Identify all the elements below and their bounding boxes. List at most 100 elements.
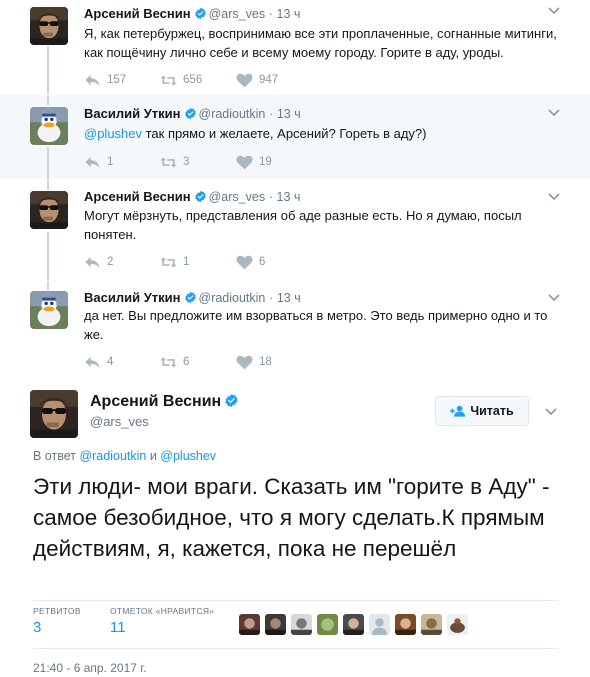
retweet-count: 656	[183, 74, 203, 86]
mention-link[interactable]: @plushev	[84, 126, 142, 141]
reply-count: 4	[107, 356, 114, 368]
tweet-text-body: так прямо и желаете, Арсений? Гореть в а…	[142, 126, 427, 141]
like-button[interactable]: 6	[236, 254, 265, 270]
like-count: 19	[259, 156, 272, 168]
liker-avatar[interactable]	[239, 614, 260, 635]
separator: ·	[268, 7, 273, 21]
liker-avatar[interactable]	[421, 614, 442, 635]
tweet-text: @plushev так прямо и желаете, Арсений? Г…	[84, 124, 562, 143]
like-button[interactable]: 19	[236, 154, 272, 170]
retweet-button[interactable]: 3	[160, 154, 189, 170]
reply-mention-radioutkin[interactable]: @radioutkin	[79, 449, 146, 463]
like-count: 947	[259, 74, 279, 86]
liker-avatar[interactable]	[317, 614, 338, 635]
separator: ·	[269, 291, 274, 305]
retweet-count: 1	[183, 256, 190, 268]
tweet-time[interactable]: 13 ч	[277, 7, 301, 21]
tweet-timestamp[interactable]: 21:40 - 6 апр. 2017 г.	[33, 661, 147, 675]
reply-count: 2	[107, 256, 114, 268]
avatar[interactable]	[30, 107, 68, 145]
verified-badge-icon	[194, 7, 207, 20]
author-handle[interactable]: @ars_ves	[209, 7, 265, 21]
tweet-text: да нет. Вы предложите им взорваться в ме…	[84, 308, 548, 342]
separator: ·	[268, 190, 273, 204]
reply-prefix: В ответ	[33, 449, 80, 463]
thread-tweet-1[interactable]: Арсений Веснин @ars_ves · 13 ч Я, как пет…	[0, 0, 590, 94]
divider	[33, 648, 558, 649]
follow-button[interactable]: Читать	[435, 396, 529, 426]
reply-icon	[84, 255, 101, 270]
reply-count: 157	[107, 74, 127, 86]
reply-button[interactable]: 2	[84, 254, 113, 270]
author-handle[interactable]: @radioutkin	[199, 107, 266, 121]
retweet-icon	[160, 73, 177, 88]
liker-avatar[interactable]	[343, 614, 364, 635]
author-name[interactable]: Василий Уткин	[84, 290, 181, 305]
reply-button[interactable]: 4	[84, 354, 113, 370]
chevron-down-icon[interactable]	[548, 108, 560, 118]
heart-icon	[236, 255, 253, 270]
liker-avatar[interactable]	[395, 614, 416, 635]
thread-line	[47, 147, 49, 179]
thread-line	[47, 232, 49, 280]
retweet-button[interactable]: 656	[160, 72, 202, 88]
thread-tweet-3[interactable]: Арсений Веснин @ars_ves · 13 ч Могут мёрз…	[0, 180, 590, 280]
reply-icon	[84, 355, 101, 370]
liker-avatar[interactable]	[447, 614, 468, 635]
author-handle[interactable]: @radioutkin	[199, 291, 266, 305]
avatar[interactable]	[30, 7, 68, 45]
thread-tweet-4[interactable]: Василий Уткин @radioutkin · 13 ч да нет. …	[0, 281, 590, 376]
like-button[interactable]: 18	[236, 354, 272, 370]
liker-avatar[interactable]	[291, 614, 312, 635]
tweet-time[interactable]: 13 ч	[277, 291, 301, 305]
like-count: 6	[259, 256, 266, 268]
main-author-handle[interactable]: @ars_ves	[90, 414, 149, 429]
tweet-text: Я, как петербуржец, воспринимаю все эти …	[84, 26, 557, 60]
likes-label: ОТМЕТОК «НРАВИТСЯ»	[110, 606, 215, 616]
thread-line	[47, 180, 49, 190]
thread-line	[47, 281, 49, 290]
thread-line	[47, 46, 49, 94]
verified-badge-icon	[194, 190, 207, 203]
liker-avatar[interactable]	[265, 614, 286, 635]
reply-button[interactable]: 1	[84, 154, 113, 170]
author-name[interactable]: Василий Уткин	[84, 106, 181, 121]
retweets-stat[interactable]: РЕТВИТОВ 3	[33, 606, 81, 636]
likes-value: 11	[110, 619, 126, 636]
author-name[interactable]: Арсений Веснин	[84, 189, 191, 204]
main-author-name[interactable]: Арсений Веснин	[90, 393, 221, 410]
retweet-icon	[160, 355, 177, 370]
chevron-down-icon[interactable]	[548, 6, 560, 16]
thread-tweet-2[interactable]: Василий Уткин @radioutkin · 13 ч @plushev…	[0, 95, 590, 179]
reply-and: и	[146, 449, 161, 463]
tweet-text: Могут мёрзнуть, представления об аде раз…	[84, 208, 522, 242]
retweet-count: 3	[183, 156, 190, 168]
like-button[interactable]: 947	[236, 72, 278, 88]
reply-icon	[84, 73, 101, 88]
author-name[interactable]: Арсений Веснин	[84, 6, 191, 21]
tweet-time[interactable]: 13 ч	[277, 107, 301, 121]
thread-line	[47, 95, 49, 105]
follow-user-icon	[450, 405, 466, 417]
chevron-down-icon[interactable]	[548, 192, 560, 202]
reply-button[interactable]: 157	[84, 72, 126, 88]
main-avatar[interactable]	[30, 390, 78, 438]
retweet-icon	[160, 255, 177, 270]
divider	[33, 600, 558, 601]
author-handle[interactable]: @ars_ves	[209, 190, 265, 204]
retweet-button[interactable]: 6	[160, 354, 189, 370]
reply-mention-plushev[interactable]: @plushev	[160, 449, 216, 463]
tweet-time[interactable]: 13 ч	[277, 190, 301, 204]
replying-to: В ответ @radioutkin и @plushev	[33, 449, 216, 463]
avatar[interactable]	[30, 291, 68, 329]
avatar[interactable]	[30, 191, 68, 229]
verified-badge-icon	[184, 291, 197, 304]
retweet-button[interactable]: 1	[160, 254, 189, 270]
retweets-value: 3	[33, 619, 42, 636]
chevron-down-icon[interactable]	[545, 407, 557, 417]
likes-stat[interactable]: ОТМЕТОК «НРАВИТСЯ» 11	[110, 606, 214, 636]
reply-count: 1	[107, 156, 114, 168]
verified-badge-icon	[224, 393, 239, 408]
liker-avatar[interactable]	[369, 614, 390, 635]
chevron-down-icon[interactable]	[548, 293, 560, 303]
